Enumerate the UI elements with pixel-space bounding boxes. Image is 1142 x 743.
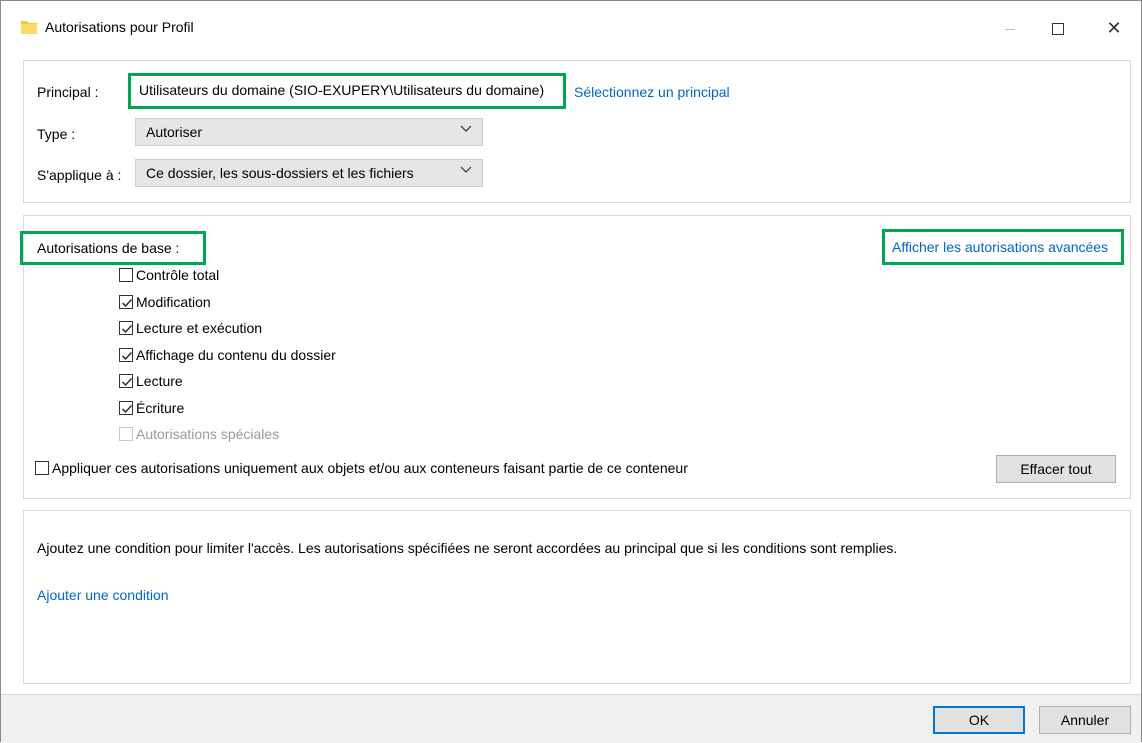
checkmark-icon xyxy=(122,404,133,413)
condition-panel: Ajoutez une condition pour limiter l'acc… xyxy=(23,510,1131,684)
permission-label: Modification xyxy=(136,293,211,310)
permission-label: Autorisations spéciales xyxy=(136,426,280,442)
permission-item[interactable]: Lecture et exécution xyxy=(119,320,262,340)
type-select-value: Autoriser xyxy=(146,124,203,140)
principal-value: Utilisateurs du domaine (SIO-EXUPERY\Uti… xyxy=(139,82,545,98)
principal-panel: Principal : Utilisateurs du domaine (SIO… xyxy=(23,60,1131,203)
permission-label: Lecture et exécution xyxy=(136,320,263,336)
show-advanced-permissions-link[interactable]: Afficher les autorisations avancées xyxy=(892,239,1108,255)
window-title: Autorisations pour Profil xyxy=(45,19,194,35)
permission-item[interactable]: Modification xyxy=(119,294,211,314)
chevron-down-icon xyxy=(460,125,472,132)
apply-only-checkbox-row[interactable]: Appliquer ces autorisations uniquement a… xyxy=(35,460,688,480)
close-icon: ✕ xyxy=(1106,18,1122,38)
permission-label: Contrôle total xyxy=(136,267,220,283)
permission-label: Lecture xyxy=(136,373,183,389)
permission-item[interactable]: Lecture xyxy=(119,373,183,393)
principal-label: Principal : xyxy=(37,84,99,100)
ok-button[interactable]: OK xyxy=(933,706,1025,734)
basic-permissions-panel: Autorisations de base : Afficher les aut… xyxy=(20,215,1131,499)
condition-description: Ajoutez une condition pour limiter l'acc… xyxy=(37,540,898,556)
permission-checkbox xyxy=(119,427,133,441)
apply-only-label: Appliquer ces autorisations uniquement a… xyxy=(52,460,688,476)
folder-icon xyxy=(21,21,37,34)
close-button[interactable]: ✕ xyxy=(1091,11,1137,45)
permission-checkbox[interactable] xyxy=(119,321,133,335)
permission-item[interactable]: Écriture xyxy=(119,400,184,420)
maximize-button[interactable] xyxy=(1035,11,1081,45)
chevron-down-icon xyxy=(460,166,472,173)
title-bar: Autorisations pour Profil ✕ xyxy=(1,1,1141,53)
checkmark-icon xyxy=(122,298,133,307)
permission-checkbox[interactable] xyxy=(119,374,133,388)
minimize-button[interactable] xyxy=(987,11,1033,45)
permission-checkbox[interactable] xyxy=(119,400,133,415)
type-label: Type : xyxy=(37,126,76,142)
minimize-icon xyxy=(1005,29,1015,30)
maximize-icon xyxy=(1052,23,1064,35)
applies-to-select[interactable]: Ce dossier, les sous-dossiers et les fic… xyxy=(135,159,483,187)
permission-item[interactable]: Affichage du contenu du dossier xyxy=(119,347,336,367)
permission-checkbox[interactable] xyxy=(119,268,133,282)
checkmark-icon xyxy=(122,325,133,334)
checkmark-icon xyxy=(122,351,133,360)
permission-item[interactable]: Contrôle total xyxy=(119,267,219,287)
permission-item: Autorisations spéciales xyxy=(119,426,279,446)
applies-to-select-value: Ce dossier, les sous-dossiers et les fic… xyxy=(146,165,414,181)
permission-label: Écriture xyxy=(136,399,185,416)
permission-checkbox[interactable] xyxy=(119,294,133,309)
add-condition-link[interactable]: Ajouter une condition xyxy=(37,587,169,603)
select-principal-link[interactable]: Sélectionnez un principal xyxy=(574,84,730,100)
checkmark-icon xyxy=(122,378,133,387)
dialog-footer: OK Annuler xyxy=(1,695,1141,743)
permission-checkbox[interactable] xyxy=(119,347,133,362)
basic-permissions-heading: Autorisations de base : xyxy=(37,240,180,256)
clear-all-button[interactable]: Effacer tout xyxy=(996,455,1116,483)
principal-value-highlight: Utilisateurs du domaine (SIO-EXUPERY\Uti… xyxy=(128,73,566,109)
cancel-button[interactable]: Annuler xyxy=(1039,706,1131,734)
type-select[interactable]: Autoriser xyxy=(135,118,483,146)
apply-only-checkbox[interactable] xyxy=(35,461,49,475)
permissions-dialog: Autorisations pour Profil ✕ Principal : … xyxy=(0,0,1142,743)
permission-label: Affichage du contenu du dossier xyxy=(136,346,336,363)
applies-to-label: S'applique à : xyxy=(37,167,122,183)
